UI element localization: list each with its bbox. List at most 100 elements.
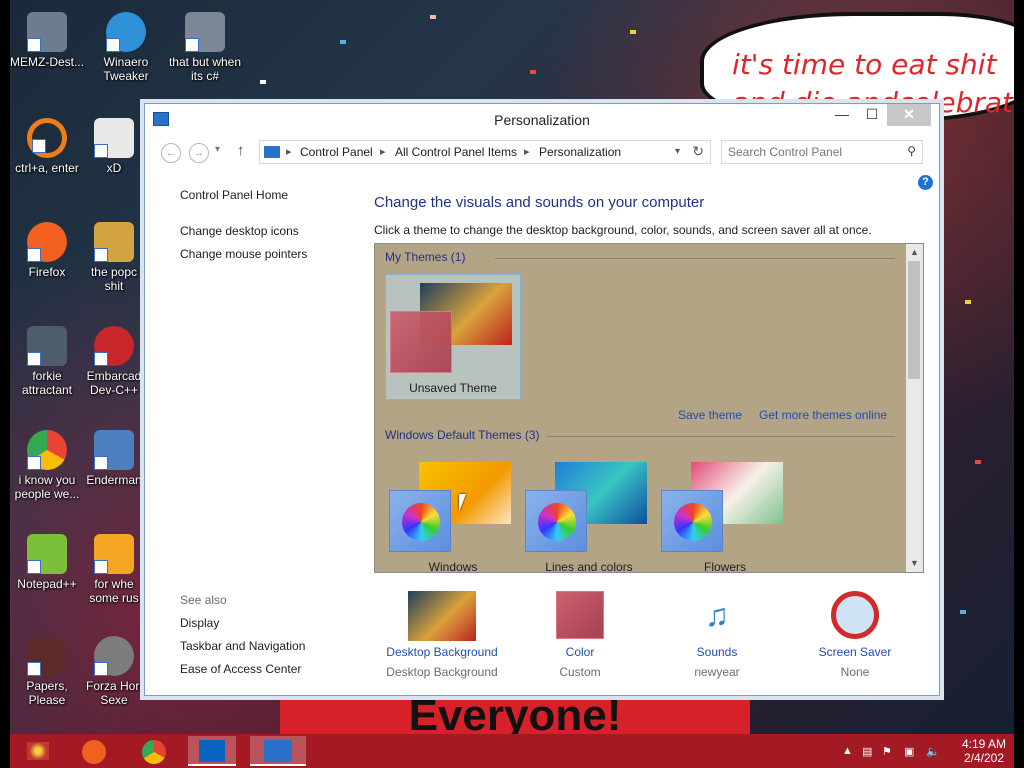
chrome-icon xyxy=(27,430,67,470)
recycle-bin-icon xyxy=(27,12,67,52)
desktop-icon[interactable]: forkie attractant xyxy=(10,326,87,397)
flag-icon[interactable]: ⚑ xyxy=(882,745,892,758)
change-mouse-pointers-link[interactable]: Change mouse pointers xyxy=(180,247,307,261)
clock[interactable]: 4:19 AM 2/4/202 xyxy=(962,737,1006,765)
breadcrumb-personalization[interactable]: Personalization xyxy=(539,145,621,159)
ease-of-access-link[interactable]: Ease of Access Center xyxy=(180,662,301,676)
desktop-background-setting[interactable]: Desktop Background Desktop Background xyxy=(372,591,512,679)
search-icon[interactable]: ⚲ xyxy=(907,144,916,158)
screen-saver-value: None xyxy=(840,665,870,679)
close-button[interactable]: ✕ xyxy=(887,104,931,126)
scroll-up-icon[interactable]: ▲ xyxy=(906,244,923,261)
desktop-icon[interactable]: Papers, Please xyxy=(10,636,87,707)
scroll-down-icon[interactable]: ▼ xyxy=(906,555,923,572)
lines-colors-theme-tile[interactable]: Lines and colors xyxy=(521,454,657,572)
taskbar-navigation-link[interactable]: Taskbar and Navigation xyxy=(180,639,305,653)
windows-theme-tile[interactable]: Windows xyxy=(385,454,521,573)
color-wheel-icon xyxy=(674,503,712,541)
change-desktop-icons-link[interactable]: Change desktop icons xyxy=(180,224,299,238)
taskbar-control-panel[interactable] xyxy=(250,736,306,766)
display-link[interactable]: Display xyxy=(180,616,219,630)
recent-chevron-icon[interactable]: ▾ xyxy=(215,144,220,155)
clock-date: 2/4/202 xyxy=(963,751,1004,765)
image-file-icon xyxy=(94,222,134,262)
taskbar: ▲ ▤ ⚑ ▣ 🔈 4:19 AM 2/4/202 xyxy=(10,734,1014,768)
mouse-cursor-icon xyxy=(459,494,466,512)
unsaved-theme-name: Unsaved Theme xyxy=(409,381,497,395)
search-input[interactable] xyxy=(728,142,898,162)
unsaved-theme-tile[interactable]: Unsaved Theme xyxy=(385,274,521,400)
confetti xyxy=(630,30,636,34)
chrome-icon xyxy=(142,740,166,764)
themes-scrollbar[interactable]: ▲ ▼ xyxy=(906,244,923,572)
winaero-icon xyxy=(106,12,146,52)
sounds-setting[interactable]: ♫ Sounds newyear xyxy=(647,591,787,679)
forward-button[interactable]: → xyxy=(189,143,209,163)
screen-saver-setting[interactable]: Screen Saver None xyxy=(785,591,925,679)
control-panel-home-link[interactable]: Control Panel Home xyxy=(180,188,288,202)
start-button[interactable] xyxy=(18,736,58,766)
navigation-bar: ← → ▾ ↑ ▸ Control Panel ▸ All Control Pa… xyxy=(145,140,939,166)
desktop-background-link[interactable]: Desktop Background xyxy=(372,645,512,659)
desktop-icon[interactable]: the popc shit xyxy=(86,222,142,293)
scroll-thumb[interactable] xyxy=(908,261,920,379)
desktop-icon[interactable]: Winaero Tweaker xyxy=(86,12,166,83)
tray-expand-icon[interactable]: ▲ xyxy=(842,745,853,757)
confetti xyxy=(430,15,436,19)
breadcrumb-all-items[interactable]: All Control Panel Items xyxy=(395,145,517,159)
theme-name: Flowers xyxy=(703,560,746,573)
get-more-themes-link[interactable]: Get more themes online xyxy=(759,408,887,422)
refresh-icon[interactable]: ↻ xyxy=(692,143,704,160)
monitor-icon[interactable]: ▣ xyxy=(904,745,914,758)
desktop-icon[interactable]: Embarcad Dev-C++ xyxy=(86,326,142,397)
color-setting[interactable]: Color Custom xyxy=(510,591,650,679)
xd-icon xyxy=(94,118,134,158)
confetti xyxy=(260,80,266,84)
desktop-icon[interactable]: ctrl+a, enter xyxy=(10,118,87,175)
confetti xyxy=(965,300,971,304)
minimize-button[interactable]: — xyxy=(827,104,857,126)
theme-color-swatch xyxy=(389,490,451,552)
papers-please-icon xyxy=(27,636,67,676)
enderman-icon xyxy=(94,430,134,470)
back-button[interactable]: ← xyxy=(161,143,181,163)
maximize-button[interactable]: ☐ xyxy=(857,104,887,126)
group-divider xyxy=(495,258,895,259)
page-subheading: Click a theme to change the desktop back… xyxy=(374,223,872,237)
taskbar-outlook[interactable] xyxy=(188,736,236,766)
desktop-icon[interactable]: for whe some rus xyxy=(86,534,142,605)
search-box[interactable]: ⚲ xyxy=(721,140,923,164)
network-icon[interactable]: ▤ xyxy=(862,745,872,758)
gears-icon xyxy=(27,326,67,366)
sounds-value: newyear xyxy=(694,665,740,679)
desktop-icon[interactable]: i know you people we... xyxy=(10,430,87,501)
desktop-icon[interactable]: Notepad++ xyxy=(10,534,87,591)
flowers-theme-tile[interactable]: Flowers xyxy=(657,454,793,573)
breadcrumb-control-panel[interactable]: Control Panel xyxy=(300,145,373,159)
my-themes-label: My Themes (1) xyxy=(385,250,466,264)
firefox-icon xyxy=(27,222,67,262)
bubble-line-1: it's time to eat shit xyxy=(732,48,997,81)
window-title: Personalization xyxy=(494,112,590,128)
address-dropdown-icon[interactable]: ▾ xyxy=(675,146,680,157)
desktop-icon[interactable]: xD xyxy=(86,118,142,175)
theme-name: Windows xyxy=(428,560,478,573)
taskbar-chrome[interactable] xyxy=(130,736,178,766)
up-button[interactable]: ↑ xyxy=(237,142,245,159)
screen-saver-link[interactable]: Screen Saver xyxy=(785,645,925,659)
help-icon[interactable]: ? xyxy=(918,175,933,190)
page-heading: Change the visuals and sounds on your co… xyxy=(374,194,705,211)
desktop-icon[interactable]: Enderman xyxy=(86,430,142,487)
sounds-link[interactable]: Sounds xyxy=(647,645,787,659)
desktop-icon[interactable]: MEMZ-Dest... xyxy=(10,12,87,69)
desktop-icon[interactable]: Firefox xyxy=(10,222,87,279)
save-theme-link[interactable]: Save theme xyxy=(678,408,742,422)
desktop-background-value: Desktop Background xyxy=(386,665,498,679)
desktop-icon[interactable]: Forza Hori Sexe xyxy=(86,636,142,707)
title-bar[interactable]: Personalization — ☐ ✕ xyxy=(145,104,939,136)
color-link[interactable]: Color xyxy=(510,645,650,659)
address-bar[interactable]: ▸ Control Panel ▸ All Control Panel Item… xyxy=(259,140,711,164)
taskbar-firefox[interactable] xyxy=(70,736,118,766)
volume-icon[interactable]: 🔈 xyxy=(926,745,940,758)
desktop-icon[interactable]: that but when its c# xyxy=(165,12,245,83)
